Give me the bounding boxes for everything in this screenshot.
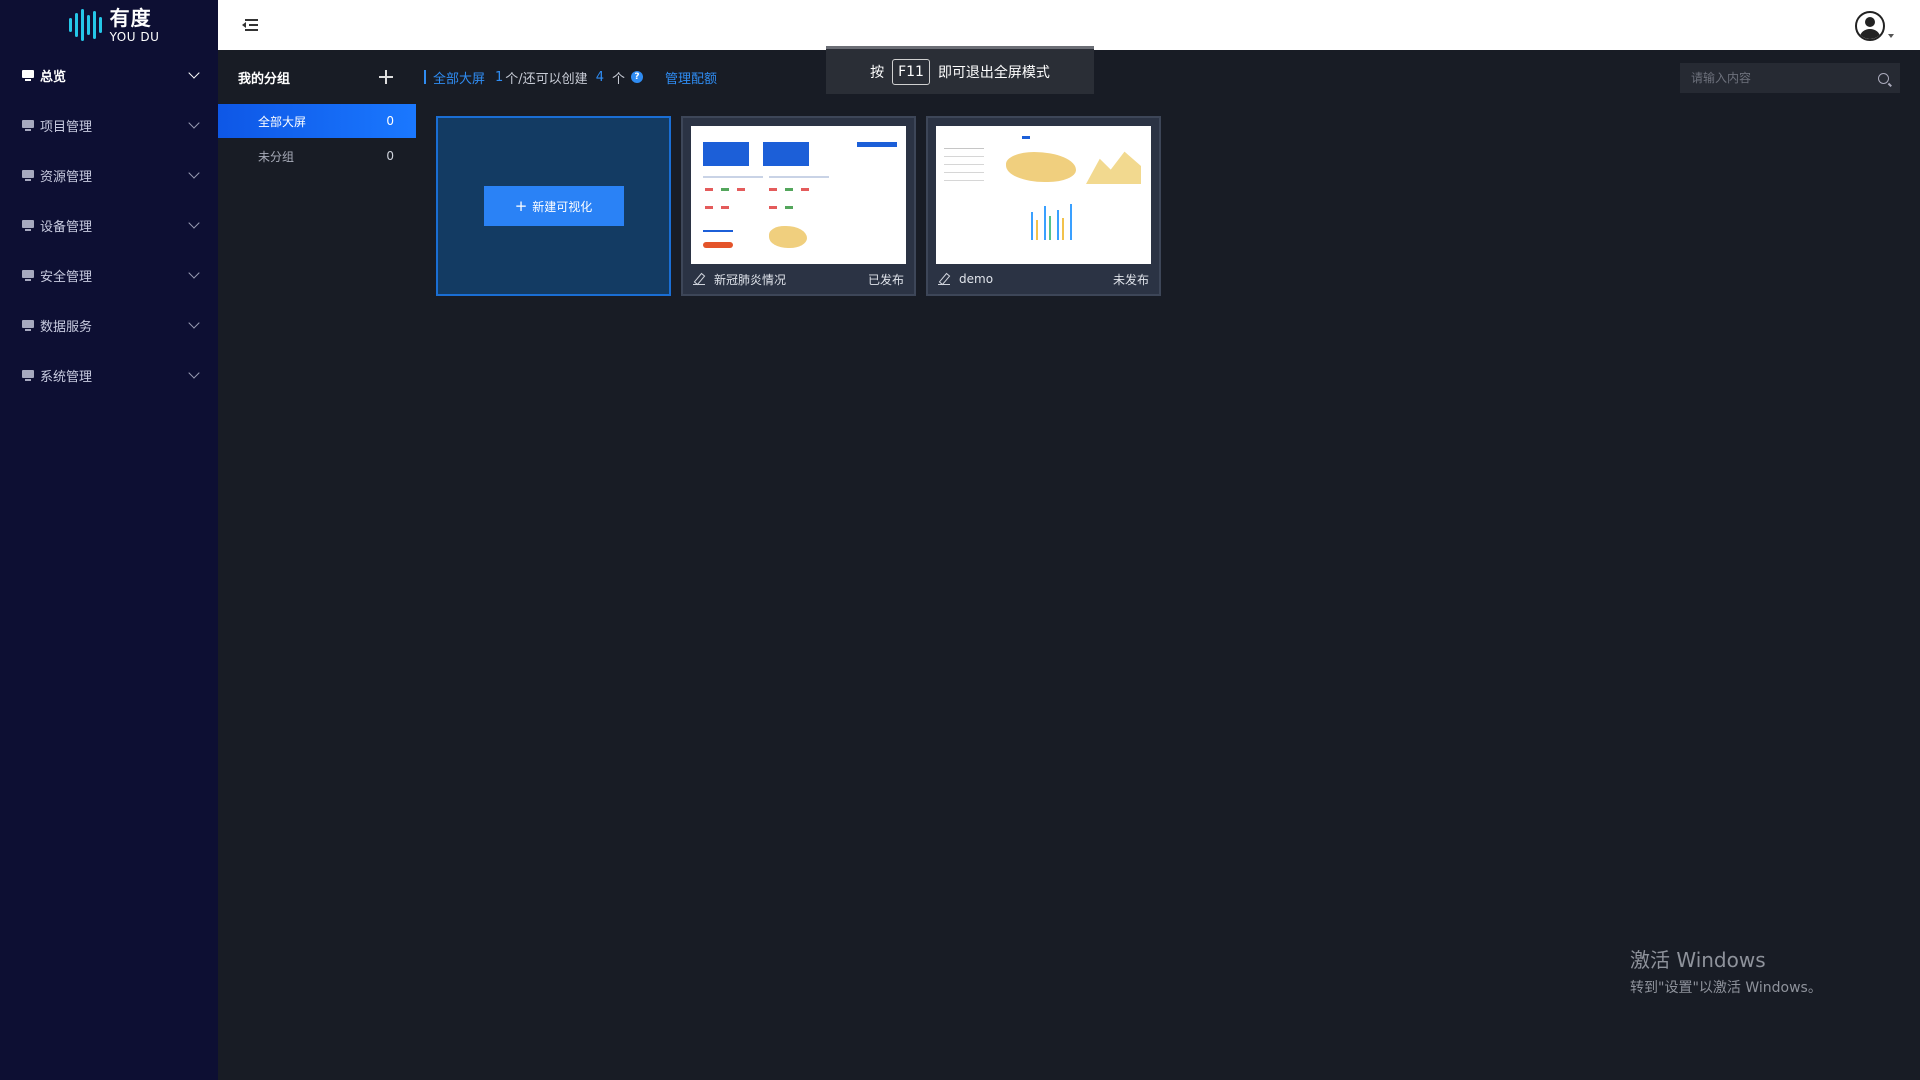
chevron-down-icon: [188, 267, 200, 279]
sidebar-item-security-management[interactable]: 安全管理: [0, 250, 218, 300]
watermark-title: 激活 Windows: [1630, 948, 1766, 972]
group-item-label: 全部大屏: [258, 114, 307, 129]
screen-card-footer: demo 未发布: [928, 264, 1159, 294]
screen-title: demo: [959, 272, 994, 286]
sidebar-item-label: 安全管理: [40, 269, 93, 285]
group-item-count: 0: [386, 114, 394, 128]
manage-quota-link[interactable]: 管理配额: [665, 68, 717, 87]
screen-card[interactable]: 新冠肺炎情况 已发布: [681, 116, 916, 296]
group-title: 我的分组: [238, 71, 291, 87]
quota-mid-text: 个/还可以创建: [505, 71, 588, 87]
group-item-label: 未分组: [258, 149, 295, 164]
divider: [424, 70, 426, 84]
monitor-icon: [22, 220, 34, 231]
logo-icon: [68, 7, 102, 43]
sidebar-item-project-management[interactable]: 项目管理: [0, 100, 218, 150]
menu-fold-icon[interactable]: [242, 18, 258, 32]
sidebar: 有度 YOU DU 总览 项目管理 资源管理 设备管理 安全管理 数据服务 系统…: [0, 0, 218, 1080]
quota-unit: 个: [611, 71, 625, 87]
chevron-down-icon: [188, 367, 200, 379]
monitor-icon: [22, 170, 34, 181]
created-count: 1: [495, 69, 504, 85]
sidebar-item-label: 资源管理: [40, 169, 93, 185]
plus-icon: +: [514, 197, 528, 215]
quota-info: 全部大屏 1 个/还可以创建 4 个 ? 管理配额: [424, 64, 717, 90]
monitor-icon: [22, 370, 34, 381]
watermark-subtitle: 转到"设置"以激活 Windows。: [1630, 980, 1822, 996]
group-item-all-screens[interactable]: 全部大屏 0: [218, 104, 416, 138]
new-visualization-label: 新建可视化: [532, 199, 593, 214]
monitor-icon: [22, 320, 34, 331]
new-visualization-card[interactable]: + 新建可视化: [436, 116, 671, 296]
screen-title: 新冠肺炎情况: [714, 272, 787, 287]
group-item-ungrouped[interactable]: 未分组 0: [218, 139, 416, 173]
logo[interactable]: 有度 YOU DU: [0, 0, 218, 50]
sidebar-item-label: 项目管理: [40, 119, 93, 135]
fullscreen-hint-prefix: 按: [870, 64, 885, 81]
logo-cn-text: 有度: [109, 5, 152, 30]
monitor-icon: [22, 70, 34, 81]
chevron-down-icon: [188, 67, 200, 79]
edit-icon[interactable]: [938, 273, 950, 285]
search-box: [1680, 63, 1900, 93]
sidebar-nav: 总览 项目管理 资源管理 设备管理 安全管理 数据服务 系统管理: [0, 50, 218, 400]
user-avatar-icon: [1855, 11, 1885, 41]
new-visualization-button[interactable]: + 新建可视化: [483, 186, 624, 226]
sidebar-item-device-management[interactable]: 设备管理: [0, 200, 218, 250]
monitor-icon: [22, 120, 34, 131]
group-header: 我的分组: [218, 50, 416, 104]
screen-thumbnail[interactable]: [691, 126, 906, 264]
remaining-count: 4: [595, 69, 604, 85]
chevron-down-icon: [188, 117, 200, 129]
edit-icon[interactable]: [693, 273, 705, 285]
sidebar-item-resource-management[interactable]: 资源管理: [0, 150, 218, 200]
screen-card[interactable]: demo 未发布: [926, 116, 1161, 296]
chevron-down-icon: [188, 167, 200, 179]
windows-activation-watermark: 激活 Windows 转到"设置"以激活 Windows。: [1630, 944, 1822, 997]
sidebar-item-label: 数据服务: [40, 319, 93, 335]
screen-status: 已发布: [867, 272, 904, 287]
logo-en-text: YOU DU: [109, 29, 160, 44]
screen-status: 未发布: [1112, 272, 1149, 287]
search-icon[interactable]: [1878, 72, 1889, 84]
sidebar-item-overview[interactable]: 总览: [0, 50, 218, 100]
sidebar-item-label: 设备管理: [40, 219, 93, 235]
fullscreen-hint: 按 F11 即可退出全屏模式: [826, 46, 1094, 94]
user-menu[interactable]: [1855, 11, 1894, 41]
top-bar: [218, 0, 1920, 50]
caret-down-icon: [1888, 34, 1894, 38]
screen-card-footer: 新冠肺炎情况 已发布: [683, 264, 914, 294]
group-panel: 我的分组 全部大屏 0 未分组 0: [218, 50, 416, 1080]
current-group-label: 全部大屏: [433, 71, 486, 87]
chevron-down-icon: [188, 317, 200, 329]
sidebar-item-system-management[interactable]: 系统管理: [0, 350, 218, 400]
plus-icon[interactable]: [379, 70, 393, 84]
search-input[interactable]: [1691, 71, 1878, 85]
chevron-down-icon: [188, 217, 200, 229]
help-icon[interactable]: ?: [630, 71, 643, 83]
group-item-count: 0: [386, 149, 394, 163]
monitor-icon: [22, 270, 34, 281]
sidebar-item-label: 总览: [40, 69, 67, 85]
f11-key: F11: [892, 58, 930, 85]
sidebar-item-label: 系统管理: [40, 369, 93, 385]
sidebar-item-data-service[interactable]: 数据服务: [0, 300, 218, 350]
fullscreen-hint-suffix: 即可退出全屏模式: [937, 64, 1050, 81]
screen-thumbnail[interactable]: [936, 126, 1151, 264]
